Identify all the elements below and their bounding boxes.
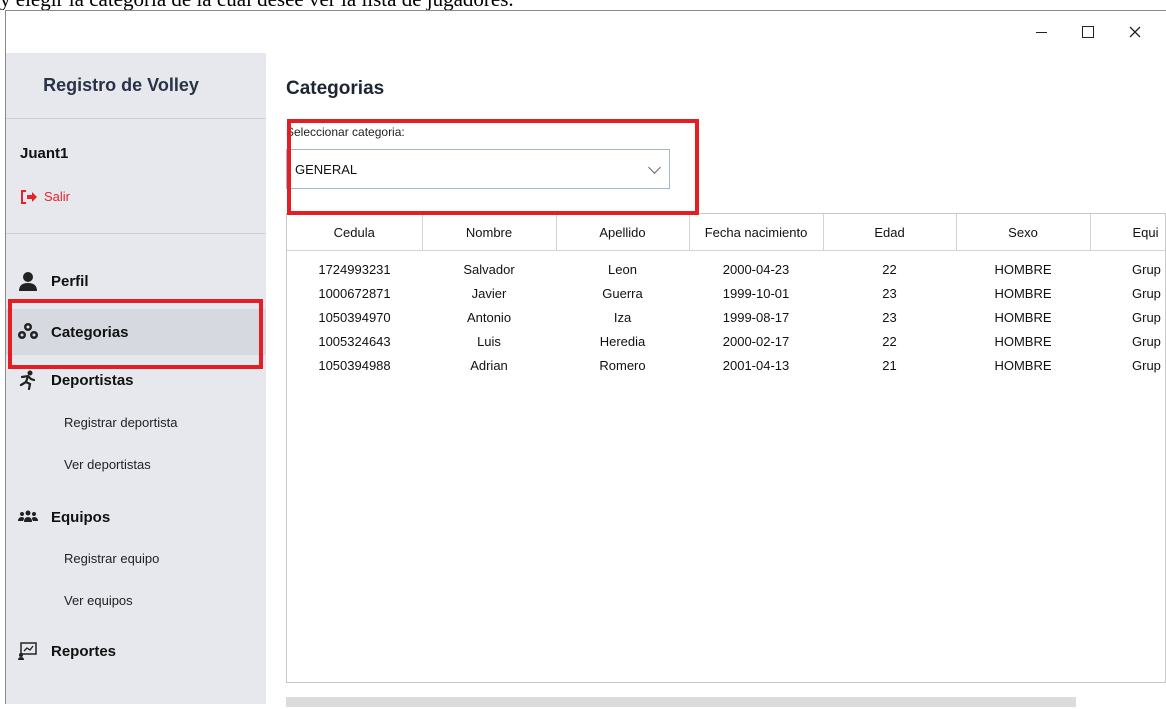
table-cell: 23 bbox=[882, 285, 897, 301]
sidebar-item-reportes[interactable]: Reportes bbox=[6, 633, 266, 669]
column-header[interactable]: Edad bbox=[823, 214, 957, 251]
table-row[interactable]: 1724993231 Salvador Leon 2000-04-23 22 H… bbox=[287, 251, 1165, 282]
table-cell: 22 bbox=[882, 261, 897, 277]
table-cell: 2000-02-17 bbox=[722, 333, 790, 349]
table-cell: Romero bbox=[599, 357, 646, 373]
team-icon bbox=[17, 506, 39, 528]
table-header-row: Cedula Nombre Apellido Fecha nacimiento … bbox=[287, 214, 1165, 251]
sidebar-item-label: Deportistas bbox=[51, 371, 134, 389]
maximize-icon bbox=[1082, 26, 1094, 38]
logout-icon bbox=[20, 189, 38, 204]
table-cell: Antonio bbox=[466, 309, 512, 325]
table-cell: HOMBRE bbox=[994, 285, 1052, 301]
table-cell: Grup bbox=[1132, 357, 1161, 373]
sidebar-item-label: Equipos bbox=[51, 508, 111, 526]
scrollbar-thumb[interactable] bbox=[286, 697, 1076, 707]
divider bbox=[6, 233, 266, 234]
highlight-box-categorias bbox=[8, 299, 263, 369]
maximize-button[interactable] bbox=[1065, 11, 1111, 53]
table-row[interactable]: 1050394970 Antonio Iza 1999-08-17 23 HOM… bbox=[287, 305, 1165, 329]
close-button[interactable] bbox=[1112, 11, 1158, 53]
table-cell: Javier bbox=[471, 285, 507, 301]
sidebar-subitem-registrar-equipo[interactable]: Registrar equipo bbox=[64, 551, 159, 566]
table-cell: 1050394970 bbox=[318, 309, 391, 325]
table-cell: Luis bbox=[477, 333, 501, 349]
app-window: Registro de Volley Juant1 Salir Perfil C… bbox=[5, 10, 1166, 709]
sidebar-item-perfil[interactable]: Perfil bbox=[6, 263, 266, 299]
table-cell: 1000672871 bbox=[318, 285, 391, 301]
instruction-caption: y elegir la categoria de la cual desee v… bbox=[0, 0, 1166, 10]
page-title: Categorias bbox=[286, 78, 385, 99]
highlight-box-select bbox=[287, 119, 699, 215]
table-row[interactable]: 1005324643 Luis Heredia 2000-02-17 22 HO… bbox=[287, 329, 1165, 353]
table-cell: 21 bbox=[882, 357, 897, 373]
column-header[interactable]: Cedula bbox=[287, 214, 423, 251]
column-header[interactable]: Apellido bbox=[556, 214, 690, 251]
title-bar bbox=[6, 11, 1166, 53]
players-table: Cedula Nombre Apellido Fecha nacimiento … bbox=[286, 213, 1166, 683]
sidebar-item-label: Perfil bbox=[51, 272, 89, 290]
close-icon bbox=[1129, 26, 1141, 38]
table-cell: 1999-08-17 bbox=[722, 309, 790, 325]
logout-label: Salir bbox=[44, 189, 71, 204]
table-cell: HOMBRE bbox=[994, 357, 1052, 373]
minimize-icon bbox=[1035, 31, 1047, 33]
table-cell: 2000-04-23 bbox=[722, 261, 790, 277]
table-cell: 1005324643 bbox=[318, 333, 391, 349]
table-cell: Grup bbox=[1132, 309, 1161, 325]
table-row[interactable]: 1000672871 Javier Guerra 1999-10-01 23 H… bbox=[287, 281, 1165, 305]
username: Juant1 bbox=[20, 145, 69, 162]
table-cell: 22 bbox=[882, 333, 897, 349]
table-cell: 1050394988 bbox=[318, 357, 391, 373]
table-cell: Leon bbox=[608, 261, 637, 277]
table-cell: Iza bbox=[613, 309, 632, 325]
sidebar: Registro de Volley Juant1 Salir Perfil C… bbox=[6, 53, 266, 704]
table-row[interactable]: 1050394988 Adrian Romero 2001-04-13 21 H… bbox=[287, 353, 1165, 377]
column-header[interactable]: Equi bbox=[1090, 214, 1165, 251]
report-icon bbox=[17, 640, 39, 662]
table-cell: 2001-04-13 bbox=[722, 357, 790, 373]
table-cell: HOMBRE bbox=[994, 333, 1052, 349]
table-cell: 1999-10-01 bbox=[722, 285, 790, 301]
column-header[interactable]: Nombre bbox=[422, 214, 557, 251]
table-cell: Salvador bbox=[463, 261, 515, 277]
table-cell: 1724993231 bbox=[318, 261, 391, 277]
table-cell: Grup bbox=[1132, 285, 1161, 301]
sidebar-subitem-registrar-deportista[interactable]: Registrar deportista bbox=[64, 415, 177, 430]
sidebar-item-equipos[interactable]: Equipos bbox=[6, 499, 266, 535]
table-cell: Guerra bbox=[602, 285, 643, 301]
user-icon bbox=[17, 270, 39, 292]
runner-icon bbox=[17, 369, 39, 391]
app-title: Registro de Volley bbox=[43, 75, 199, 95]
table-cell: Grup bbox=[1132, 333, 1161, 349]
table-cell: HOMBRE bbox=[994, 261, 1052, 277]
logout-button[interactable]: Salir bbox=[20, 189, 70, 204]
column-header[interactable]: Fecha nacimiento bbox=[689, 214, 824, 251]
sidebar-subitem-ver-deportistas[interactable]: Ver deportistas bbox=[64, 457, 151, 472]
sidebar-item-label: Reportes bbox=[51, 642, 117, 660]
sidebar-subitem-ver-equipos[interactable]: Ver equipos bbox=[64, 593, 133, 608]
table-cell: HOMBRE bbox=[994, 309, 1052, 325]
horizontal-scrollbar[interactable] bbox=[286, 695, 1166, 709]
divider bbox=[6, 118, 266, 119]
minimize-button[interactable] bbox=[1018, 11, 1064, 53]
column-header[interactable]: Sexo bbox=[956, 214, 1091, 251]
table-cell: Grup bbox=[1132, 261, 1161, 277]
table-cell: Heredia bbox=[599, 333, 646, 349]
table-cell: 23 bbox=[882, 309, 897, 325]
table-cell: Adrian bbox=[470, 357, 508, 373]
